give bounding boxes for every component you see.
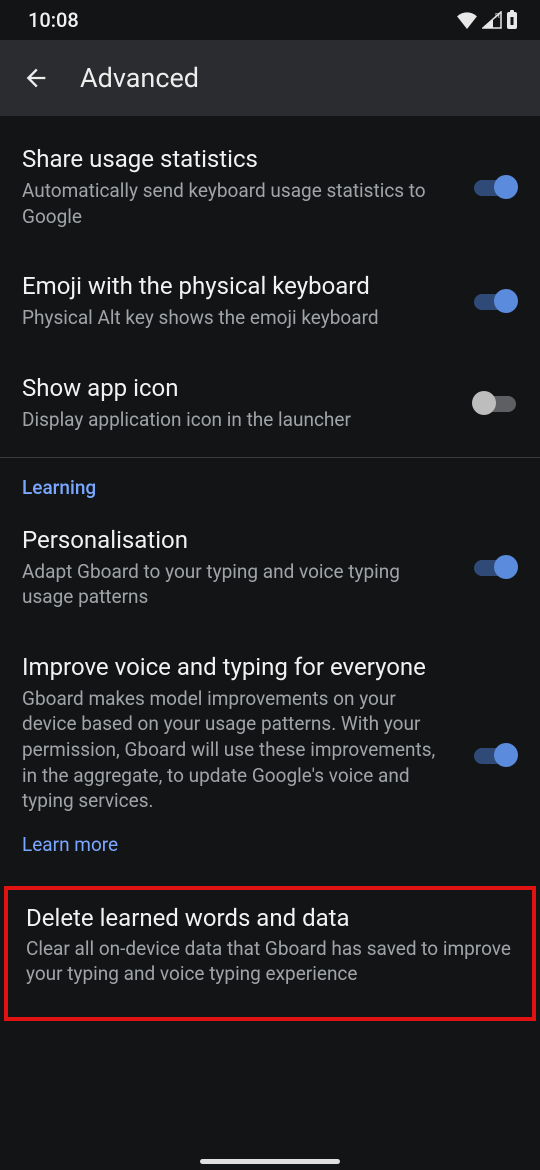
status-icons: R [456,10,518,30]
setting-personalisation[interactable]: Personalisation Adapt Gboard to your typ… [0,505,540,632]
setting-subtitle: Adapt Gboard to your typing and voice ty… [22,559,452,610]
setting-subtitle: Gboard makes model improvements on your … [22,686,452,858]
setting-emoji-physical[interactable]: Emoji with the physical keyboard Physica… [0,251,540,353]
learn-more-link[interactable]: Learn more [22,832,452,858]
setting-subtitle: Automatically send keyboard usage statis… [22,178,452,229]
setting-subtitle: Physical Alt key shows the emoji keyboar… [22,305,452,331]
toggle-show-app-icon[interactable] [472,390,518,416]
setting-title: Share usage statistics [22,144,452,174]
setting-title: Emoji with the physical keyboard [22,271,452,301]
setting-title: Improve voice and typing for everyone [22,652,452,682]
back-button[interactable] [22,64,50,92]
signal-icon: R [482,11,502,29]
status-bar: 10:08 R [0,0,540,40]
wifi-icon [456,11,478,29]
setting-improve-voice-typing[interactable]: Improve voice and typing for everyone Gb… [0,632,540,880]
app-bar: Advanced [0,40,540,116]
page-title: Advanced [80,62,199,94]
setting-title: Personalisation [22,525,452,555]
toggle-share-usage[interactable] [472,174,518,200]
setting-show-app-icon[interactable]: Show app icon Display application icon i… [0,353,540,455]
status-time: 10:08 [28,8,79,32]
nav-handle[interactable] [200,1159,340,1164]
arrow-back-icon [22,64,50,92]
svg-text:R: R [495,13,500,20]
setting-subtitle: Clear all on-device data that Gboard has… [26,936,514,987]
setting-delete-learned-words[interactable]: Delete learned words and data Clear all … [4,886,536,1021]
setting-subtitle: Display application icon in the launcher [22,407,452,433]
toggle-emoji-physical[interactable] [472,288,518,314]
setting-share-usage[interactable]: Share usage statistics Automatically sen… [0,124,540,251]
toggle-personalisation[interactable] [472,554,518,580]
setting-title: Delete learned words and data [26,904,514,932]
settings-list: Share usage statistics Automatically sen… [0,116,540,1021]
toggle-improve-voice-typing[interactable] [472,742,518,768]
section-header-learning: Learning [0,458,540,505]
setting-title: Show app icon [22,373,452,403]
battery-icon [506,10,518,30]
